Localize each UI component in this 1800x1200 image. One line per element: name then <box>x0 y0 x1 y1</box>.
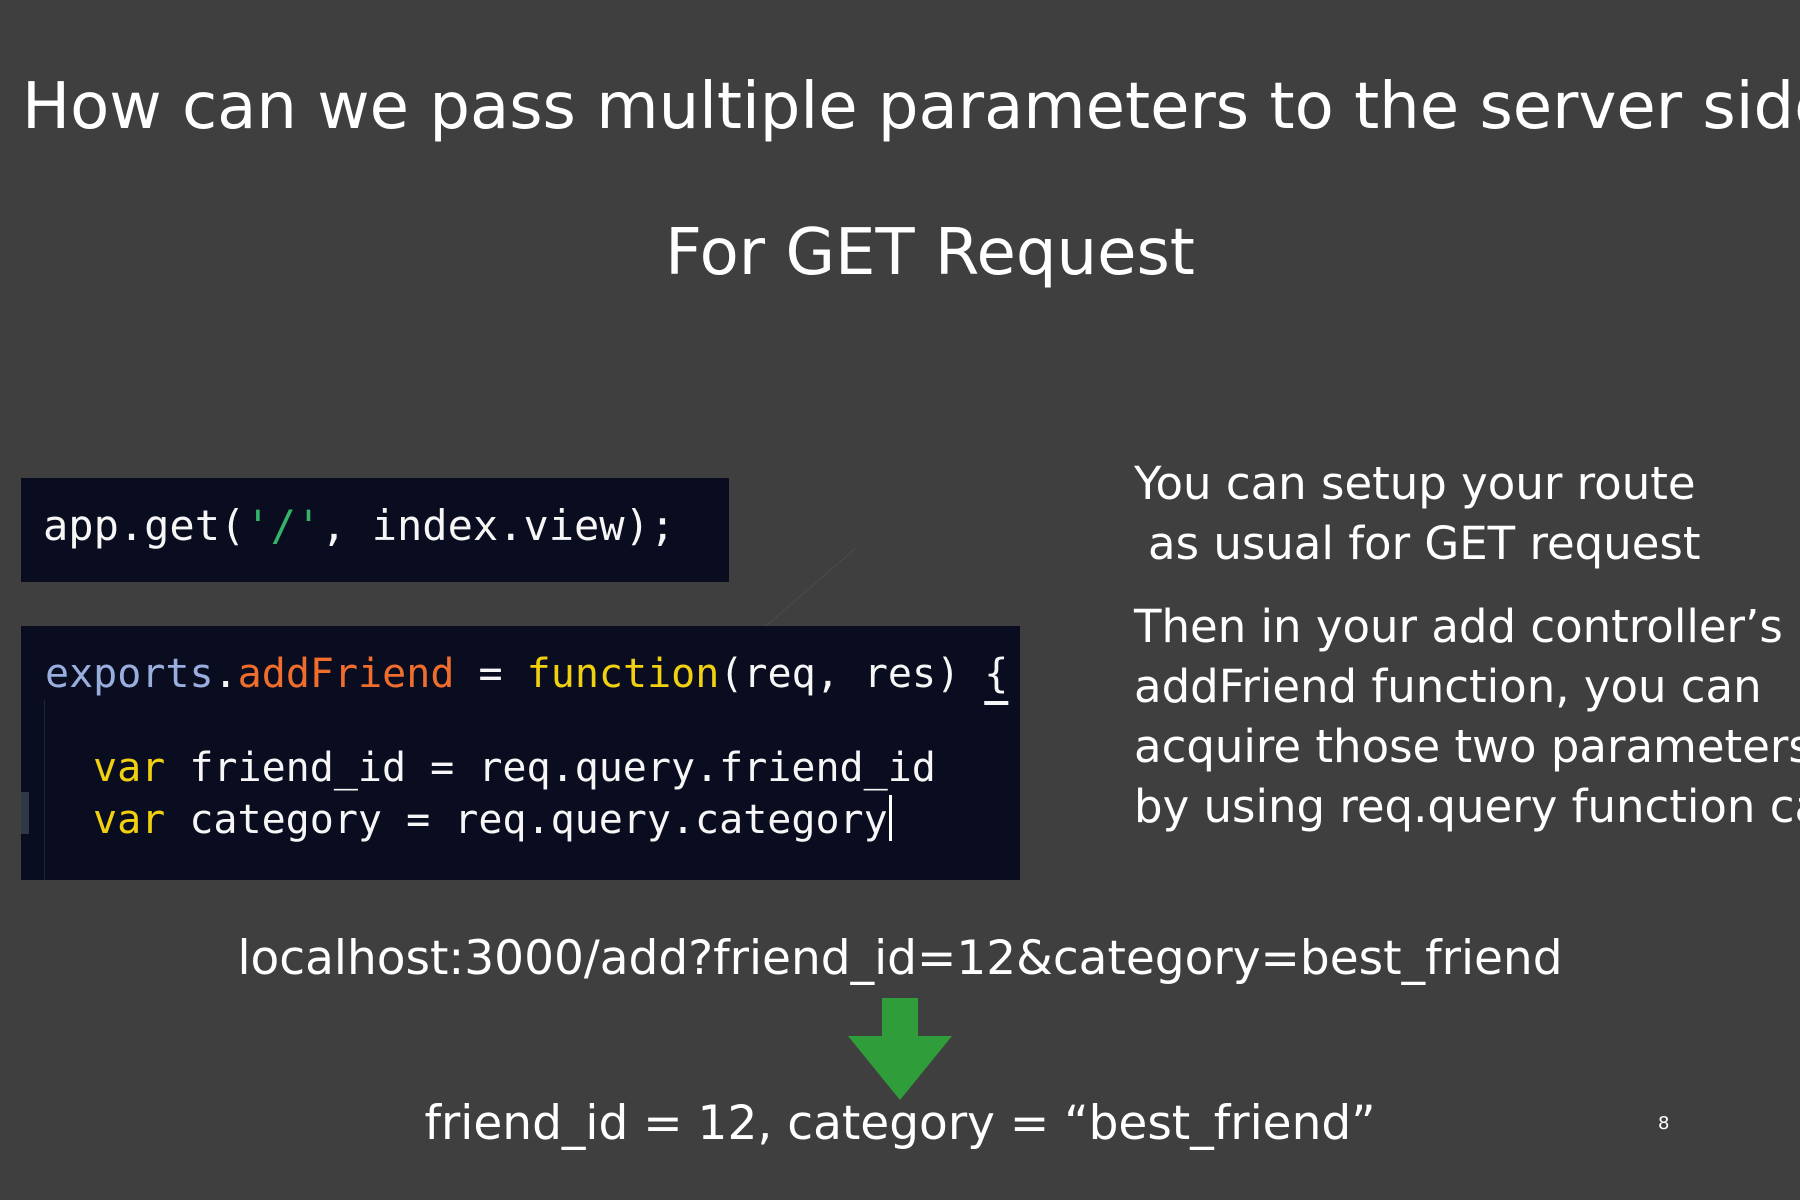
arrow-down-icon <box>848 998 952 1100</box>
opening-brace: { <box>984 651 1009 697</box>
var-keyword: var <box>93 797 166 843</box>
description-line: as usual for GET request <box>1148 517 1701 570</box>
controller-code-line-2: var friend_id = req.query.friend_id <box>45 742 1020 794</box>
function-args: (req, res) <box>719 651 985 697</box>
category-assignment: category = req.query.category <box>165 797 888 843</box>
code-line-marker <box>21 792 29 834</box>
description-line: addFriend function, you can <box>1134 660 1762 713</box>
controller-description: Then in your add controller’s addFriend … <box>1134 597 1800 837</box>
route-code-call: app.get( <box>43 501 246 550</box>
description-line: You can setup your route <box>1134 457 1696 510</box>
friend-id-assignment: friend_id = req.query.friend_id <box>165 745 936 791</box>
assign-token: = <box>454 651 527 697</box>
controller-code-block: exports.addFriend = function(req, res) {… <box>21 626 1020 880</box>
code-gutter-line <box>44 700 45 880</box>
description-line: by using req.query function call <box>1134 780 1800 833</box>
dot-token: . <box>213 651 238 697</box>
route-description: You can setup your route as usual for GE… <box>1134 454 1794 574</box>
var-keyword: var <box>93 745 166 791</box>
slide-title: How can we pass multiple parameters to t… <box>22 70 1800 144</box>
page-number: 8 <box>1658 1113 1670 1134</box>
controller-code-line-3: var category = req.query.category <box>45 794 1020 846</box>
route-code-handler: , index.view); <box>321 501 676 550</box>
route-code-block: app.get('/', index.view); <box>21 478 729 582</box>
text-cursor <box>888 795 892 841</box>
description-line: Then in your add controller’s <box>1134 600 1783 653</box>
slide: How can we pass multiple parameters to t… <box>0 0 1800 1200</box>
slide-subtitle: For GET Request <box>665 216 1195 290</box>
parsed-parameters: friend_id = 12, category = “best_friend” <box>424 1096 1376 1151</box>
addfriend-token: addFriend <box>237 651 455 697</box>
controller-code-line-1: exports.addFriend = function(req, res) { <box>45 648 1020 700</box>
route-code-line: app.get('/', index.view); <box>43 500 729 552</box>
description-line: acquire those two parameters <box>1134 720 1800 773</box>
example-url: localhost:3000/add?friend_id=12&category… <box>237 931 1563 986</box>
function-keyword: function <box>526 651 720 697</box>
route-code-path: '/' <box>245 501 322 550</box>
exports-token: exports <box>45 651 214 697</box>
